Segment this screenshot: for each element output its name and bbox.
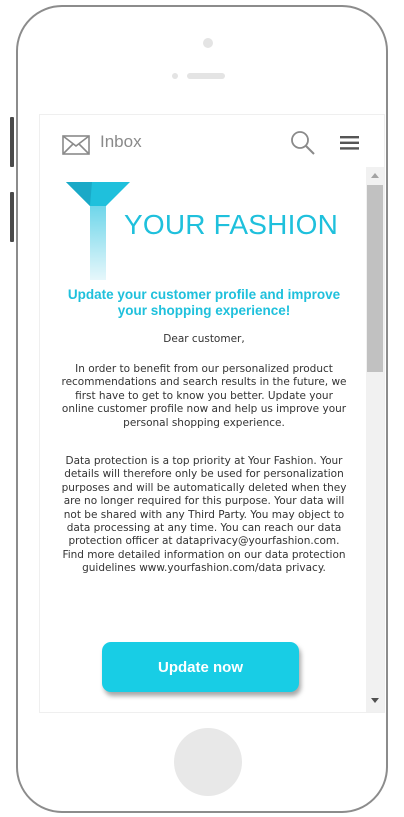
email-paragraph-privacy: Data protection is a top priority at You… xyxy=(61,455,347,575)
brand-logo-icon xyxy=(66,182,130,285)
update-now-button[interactable]: Update now xyxy=(102,642,299,692)
email-headline: Update your customer profile and improve… xyxy=(67,287,341,318)
phone-sensor xyxy=(172,73,178,79)
mail-icon xyxy=(62,135,90,160)
email-greeting: Dear customer, xyxy=(163,333,245,345)
email-body: YOUR FASHION Update your customer profil… xyxy=(40,167,366,712)
brand-logo-text: YOUR FASHION xyxy=(124,209,338,240)
phone-side-button xyxy=(10,117,14,167)
scrollbar[interactable] xyxy=(366,167,384,712)
search-icon[interactable] xyxy=(290,130,316,161)
email-paragraph-intro: In order to benefit from our personalize… xyxy=(61,363,347,429)
scroll-down-arrow-icon[interactable] xyxy=(371,698,379,703)
scroll-thumb[interactable] xyxy=(367,185,383,372)
phone-screen: Inbox YOUR FASHION Update your customer … xyxy=(40,115,384,712)
menu-icon[interactable] xyxy=(340,135,360,156)
home-button[interactable] xyxy=(174,728,242,796)
phone-camera xyxy=(203,38,213,48)
scroll-up-arrow-icon[interactable] xyxy=(371,173,379,178)
phone-speaker xyxy=(187,73,225,79)
phone-side-button xyxy=(10,192,14,242)
inbox-label[interactable]: Inbox xyxy=(100,132,142,152)
email-top-bar: Inbox xyxy=(40,115,384,167)
